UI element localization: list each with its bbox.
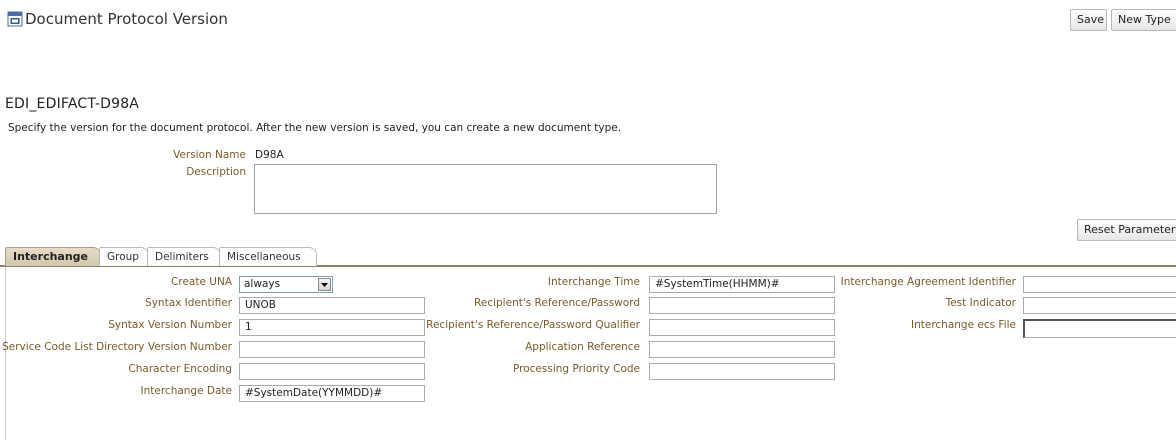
interchange-ecs-file-input[interactable] <box>1023 319 1176 338</box>
interchange-agreement-identifier-input[interactable] <box>1023 276 1176 293</box>
interchange-ecs-file-label: Interchange ecs File <box>910 319 1016 331</box>
interchange-date-label: Interchange Date <box>140 385 233 397</box>
dropdown-arrow-icon[interactable] <box>318 278 331 291</box>
tab-miscellaneous[interactable]: Miscellaneous <box>219 247 317 266</box>
version-name-label: Version Name <box>173 149 246 161</box>
recipient-reference-qualifier-label: Recipient's Reference/Password Qualifier <box>426 319 640 331</box>
recipient-reference-password-input[interactable] <box>649 297 835 314</box>
application-reference-label: Application Reference <box>525 341 640 353</box>
syntax-identifier-input[interactable]: UNOB <box>239 297 425 314</box>
instructions-text: Specify the version for the document pro… <box>8 122 622 134</box>
recipient-reference-password-label: Recipient's Reference/Password <box>474 297 640 309</box>
page-title: Document Protocol Version <box>7 10 228 28</box>
new-type-button[interactable]: New Type <box>1111 9 1176 31</box>
syntax-version-number-label: Syntax Version Number <box>108 319 232 331</box>
application-reference-input[interactable] <box>649 341 835 358</box>
tab-group[interactable]: Group <box>99 247 149 266</box>
interchange-agreement-identifier-label: Interchange Agreement Identifier <box>840 276 1016 288</box>
test-indicator-input[interactable] <box>1023 297 1176 314</box>
document-calendar-icon <box>7 11 23 27</box>
test-indicator-label: Test Indicator <box>945 297 1016 309</box>
description-label: Description <box>186 166 246 178</box>
service-code-list-version-input[interactable] <box>239 341 425 358</box>
description-textarea[interactable] <box>254 164 717 214</box>
tab-interchange[interactable]: Interchange <box>5 247 101 266</box>
create-una-select[interactable]: always <box>239 276 333 293</box>
syntax-identifier-label: Syntax Identifier <box>145 297 232 309</box>
reset-parameter-button[interactable]: Reset Parameter <box>1077 219 1176 241</box>
character-encoding-label: Character Encoding <box>128 363 232 375</box>
save-button[interactable]: Save <box>1070 9 1107 31</box>
create-una-value: always <box>244 278 281 290</box>
interchange-time-input[interactable]: #SystemTime(HHMM)# <box>649 276 835 293</box>
processing-priority-code-label: Processing Priority Code <box>513 363 640 375</box>
interchange-date-input[interactable]: #SystemDate(YYMMDD)# <box>239 385 425 402</box>
panel-left-border <box>5 267 6 440</box>
service-code-list-version-label: Service Code List Directory Version Numb… <box>2 341 232 353</box>
create-una-label: Create UNA <box>171 276 232 288</box>
tab-delimiters[interactable]: Delimiters <box>147 247 221 266</box>
syntax-version-number-input[interactable]: 1 <box>239 319 425 336</box>
document-name: EDI_EDIFACT-D98A <box>5 96 140 112</box>
interchange-time-label: Interchange Time <box>547 276 640 288</box>
character-encoding-input[interactable] <box>239 363 425 380</box>
processing-priority-code-input[interactable] <box>649 363 835 380</box>
page-title-text: Document Protocol Version <box>25 10 228 28</box>
recipient-reference-qualifier-input[interactable] <box>649 319 835 336</box>
version-name-value: D98A <box>255 149 284 161</box>
